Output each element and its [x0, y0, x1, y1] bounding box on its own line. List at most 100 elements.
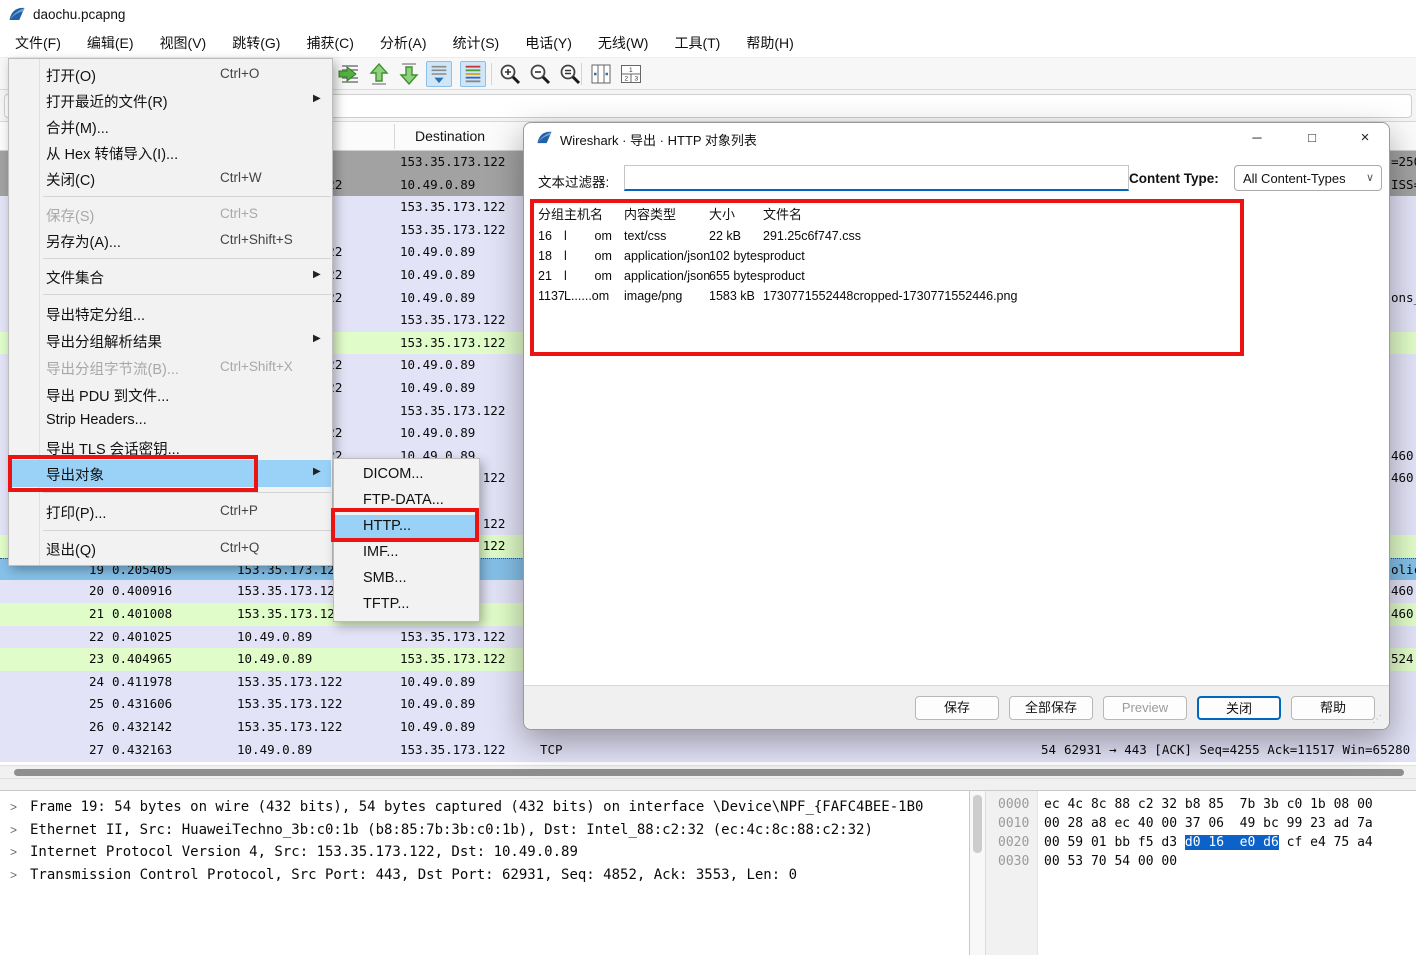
file-menu-item[interactable]: 另存为(A)... Ctrl+Shift+S: [10, 227, 331, 254]
file-menu-item[interactable]: 保存(S) Ctrl+S: [10, 201, 331, 228]
packet-destination: 10.49.0.89: [400, 357, 475, 372]
expander-icon[interactable]: >: [10, 845, 17, 859]
menubar-item[interactable]: 编辑(E): [74, 29, 147, 57]
column-divider[interactable]: [394, 124, 395, 149]
menubar-item[interactable]: 分析(A): [367, 29, 440, 57]
file-menu-item[interactable]: 从 Hex 转储导入(I)...: [10, 139, 331, 166]
menu-separator: [43, 196, 331, 197]
submenu-arrow-icon: ▶: [313, 269, 321, 280]
submenu-item[interactable]: IMF...: [335, 541, 478, 567]
dialog-button-3[interactable]: 关闭: [1197, 696, 1281, 720]
submenu-item-label: DICOM...: [363, 466, 423, 482]
menubar-item[interactable]: 文件(F): [2, 29, 74, 57]
zoom-out-icon[interactable]: [527, 61, 553, 87]
expander-icon[interactable]: >: [10, 800, 17, 814]
minimize-button[interactable]: ─: [1234, 123, 1280, 153]
detail-text: Frame 19: 54 bytes on wire (432 bits), 5…: [30, 799, 923, 815]
menubar-item[interactable]: 视图(V): [147, 29, 220, 57]
dialog-button-Preview[interactable]: Preview: [1103, 696, 1187, 720]
zoom-in-icon[interactable]: [497, 61, 523, 87]
hex-row[interactable]: 0010 00 28 a8 ec 40 00 37 06 49 bc 99 23…: [986, 816, 1416, 835]
object-row[interactable]: 16 l om text/css 22 kB 291.25c6f747.css: [526, 227, 1376, 247]
packet-info-fragment: =250: [1391, 154, 1416, 169]
hex-row[interactable]: 0020 00 59 01 bb f5 d3 d0 16 e0 d6 cf e4…: [986, 835, 1416, 854]
detail-tree-row[interactable]: > Internet Protocol Version 4, Src: 153.…: [0, 844, 968, 865]
detail-tree-row[interactable]: > Frame 19: 54 bytes on wire (432 bits),…: [0, 799, 968, 820]
object-table-header[interactable]: 内容类型: [624, 204, 676, 223]
packet-destination: 10.49.0.89: [400, 696, 475, 711]
packet-protocol: TCP: [540, 742, 563, 757]
goto-packet-icon[interactable]: [336, 61, 362, 87]
object-table-header[interactable]: 文件名: [763, 204, 802, 223]
file-menu-item[interactable]: 打印(P)... Ctrl+P: [10, 498, 331, 525]
resize-grip[interactable]: ⋰: [1372, 715, 1384, 727]
file-menu-item[interactable]: 导出对象 ▶: [10, 460, 331, 487]
pane-splitter[interactable]: [0, 779, 1416, 790]
file-menu-item[interactable]: 导出特定分组...: [10, 300, 331, 327]
packet-row[interactable]: 27 0.432163 10.49.0.89 153.35.173.122 TC…: [0, 739, 1416, 762]
menubar-item[interactable]: 统计(S): [440, 29, 513, 57]
scrollbar-thumb[interactable]: [973, 795, 982, 853]
object-row[interactable]: 1137 L......om image/png 1583 kB 1730771…: [526, 287, 1376, 307]
file-menu-item[interactable]: 打开最近的文件(R) ▶: [10, 87, 331, 114]
menubar-item[interactable]: 电话(Y): [512, 29, 585, 57]
details-scrollbar[interactable]: [970, 790, 986, 955]
zoom-reset-icon[interactable]: [557, 61, 583, 87]
dialog-button-4[interactable]: 帮助: [1291, 696, 1375, 720]
object-row[interactable]: 21 l om application/json 655 bytes produ…: [526, 267, 1376, 287]
svg-text:1: 1: [629, 67, 633, 74]
file-menu-item[interactable]: 导出 TLS 会话密钥...: [10, 434, 331, 461]
file-menu-item[interactable]: Strip Headers...: [10, 408, 331, 435]
file-menu-item[interactable]: 退出(Q) Ctrl+Q: [10, 535, 331, 562]
submenu-item[interactable]: SMB...: [335, 567, 478, 593]
detail-tree-row[interactable]: > Ethernet II, Src: HuaweiTechno_3b:c0:1…: [0, 822, 968, 843]
file-menu-item[interactable]: 导出分组解析结果 ▶: [10, 327, 331, 354]
dialog-button-1[interactable]: 全部保存: [1009, 696, 1093, 720]
file-menu-item[interactable]: 导出分组字节流(B)... Ctrl+Shift+X: [10, 354, 331, 381]
close-icon[interactable]: ×: [1342, 123, 1388, 153]
expander-icon[interactable]: >: [10, 868, 17, 882]
submenu-arrow-icon: ▶: [313, 93, 321, 104]
column-header-destination[interactable]: Destination: [415, 128, 485, 144]
object-row[interactable]: 18 l om application/json 102 bytes produ…: [526, 247, 1376, 267]
titlebar: daochu.pcapng: [0, 0, 1416, 28]
submenu-item[interactable]: DICOM...: [335, 463, 478, 489]
menubar-item[interactable]: 跳转(G): [219, 29, 293, 57]
menubar-item[interactable]: 捕获(C): [293, 29, 366, 57]
go-down-icon[interactable]: [396, 61, 422, 87]
file-menu-item[interactable]: 关闭(C) Ctrl+W: [10, 165, 331, 192]
submenu-item[interactable]: TFTP...: [335, 593, 478, 619]
menubar-item[interactable]: 工具(T): [661, 29, 733, 57]
colorize-packets-icon[interactable]: [460, 61, 486, 87]
object-table-header[interactable]: 大小: [709, 204, 735, 223]
resize-columns-icon[interactable]: [588, 61, 614, 87]
content-type-select[interactable]: All Content-Types ∨: [1234, 165, 1382, 191]
detail-tree-row[interactable]: > Transmission Control Protocol, Src Por…: [0, 867, 968, 888]
file-menu-item[interactable]: 合并(M)...: [10, 113, 331, 140]
object-filename: product: [763, 249, 805, 263]
track-layout-icon[interactable]: 123: [618, 61, 644, 87]
hex-row[interactable]: 0000 ec 4c 8c 88 c2 32 b8 85 7b 3b c0 1b…: [986, 797, 1416, 816]
dialog-button-0[interactable]: 保存: [915, 696, 999, 720]
menubar-item[interactable]: 无线(W): [585, 29, 662, 57]
object-table-header[interactable]: 主机名: [564, 204, 603, 223]
scrollbar-thumb[interactable]: [14, 769, 1404, 776]
menubar-item[interactable]: 帮助(H): [733, 29, 806, 57]
go-up-icon[interactable]: [366, 61, 392, 87]
packet-destination: 153.35.173.122: [400, 403, 505, 418]
file-menu-item[interactable]: 导出 PDU 到文件...: [10, 381, 331, 408]
packet-info-fragment: 460: [1391, 583, 1414, 598]
file-menu-item[interactable]: 文件集合 ▶: [10, 263, 331, 290]
text-filter-input[interactable]: [624, 165, 1129, 191]
maximize-button[interactable]: □: [1289, 123, 1335, 153]
menu-item-label: 导出分组解析结果: [46, 331, 162, 352]
expander-icon[interactable]: >: [10, 823, 17, 837]
file-menu-item[interactable]: 打开(O) Ctrl+O: [10, 61, 331, 88]
object-table-header[interactable]: 分组: [538, 204, 564, 223]
auto-scroll-icon[interactable]: [426, 61, 452, 87]
horizontal-scrollbar[interactable]: [0, 765, 1416, 779]
submenu-item[interactable]: FTP-DATA...: [335, 489, 478, 515]
hex-row[interactable]: 0030 00 53 70 54 00 00: [986, 854, 1416, 873]
dialog-titlebar[interactable]: Wireshark · 导出 · HTTP 对象列表 ─ □ ×: [524, 123, 1389, 153]
submenu-item[interactable]: HTTP...: [335, 515, 478, 541]
